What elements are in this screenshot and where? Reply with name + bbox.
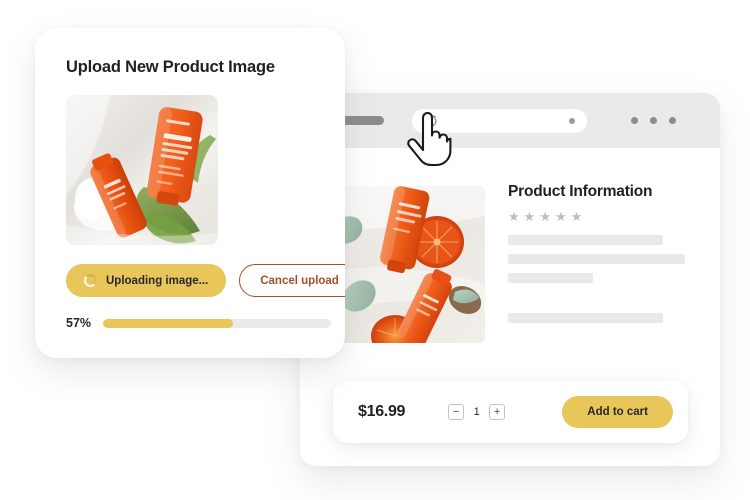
menu-dot-icon bbox=[650, 117, 657, 124]
increment-quantity-button[interactable]: + bbox=[489, 404, 506, 420]
upload-thumbnail-image bbox=[66, 95, 218, 245]
screenshot-stage: Upload New Product Image Uploading image… bbox=[0, 0, 750, 500]
skeleton-line bbox=[508, 235, 663, 245]
star-icon: ★ bbox=[508, 209, 520, 224]
browser-menu-button[interactable] bbox=[631, 117, 676, 124]
quantity-value: 1 bbox=[473, 406, 480, 418]
pointing-hand-cursor bbox=[407, 112, 452, 167]
progress-track bbox=[103, 318, 331, 328]
star-icon: ★ bbox=[554, 209, 567, 224]
star-icon: ★ bbox=[539, 209, 551, 224]
skeleton-line bbox=[508, 273, 593, 283]
menu-dot-icon bbox=[669, 117, 676, 124]
star-icon: ★ bbox=[523, 209, 536, 224]
skeleton-line bbox=[508, 254, 685, 264]
add-to-cart-bar: $16.99 − 1 + Add to cart bbox=[333, 381, 688, 443]
cancel-upload-button[interactable]: Cancel upload bbox=[239, 264, 345, 297]
menu-dot-icon bbox=[631, 117, 638, 124]
star-icon: ★ bbox=[570, 209, 583, 224]
add-to-cart-button[interactable]: Add to cart bbox=[562, 396, 673, 428]
progress-fill bbox=[103, 318, 233, 328]
page-title: Upload New Product Image bbox=[66, 58, 275, 76]
star-rating[interactable]: ★ ★ ★ ★ ★ bbox=[508, 210, 688, 223]
upload-actions: Uploading image... Cancel upload bbox=[66, 264, 345, 297]
address-bar-dot-icon bbox=[569, 118, 575, 124]
decrement-quantity-button[interactable]: − bbox=[448, 404, 465, 420]
skeleton-line bbox=[508, 313, 663, 323]
nav-pill-icon[interactable] bbox=[342, 116, 384, 125]
uploading-button-label: Uploading image... bbox=[106, 274, 209, 287]
product-photo bbox=[333, 186, 485, 343]
upload-thumbnail-svg bbox=[66, 95, 218, 245]
product-price: $16.99 bbox=[358, 403, 406, 420]
spinner-icon bbox=[84, 274, 97, 287]
product-photo-svg bbox=[333, 186, 485, 343]
upload-product-image-card: Upload New Product Image Uploading image… bbox=[35, 28, 345, 358]
product-information-block: Product Information ★ ★ ★ ★ ★ bbox=[508, 183, 688, 223]
uploading-image-button[interactable]: Uploading image... bbox=[66, 264, 227, 297]
progress-percent-label: 57% bbox=[66, 316, 92, 330]
quantity-stepper[interactable]: − 1 + bbox=[448, 404, 506, 420]
product-heading: Product Information bbox=[508, 183, 653, 200]
browser-chrome-bar bbox=[300, 93, 720, 148]
browser-window: Product Information ★ ★ ★ ★ ★ $16.99 − 1… bbox=[300, 93, 720, 466]
upload-progress: 57% bbox=[66, 316, 331, 330]
